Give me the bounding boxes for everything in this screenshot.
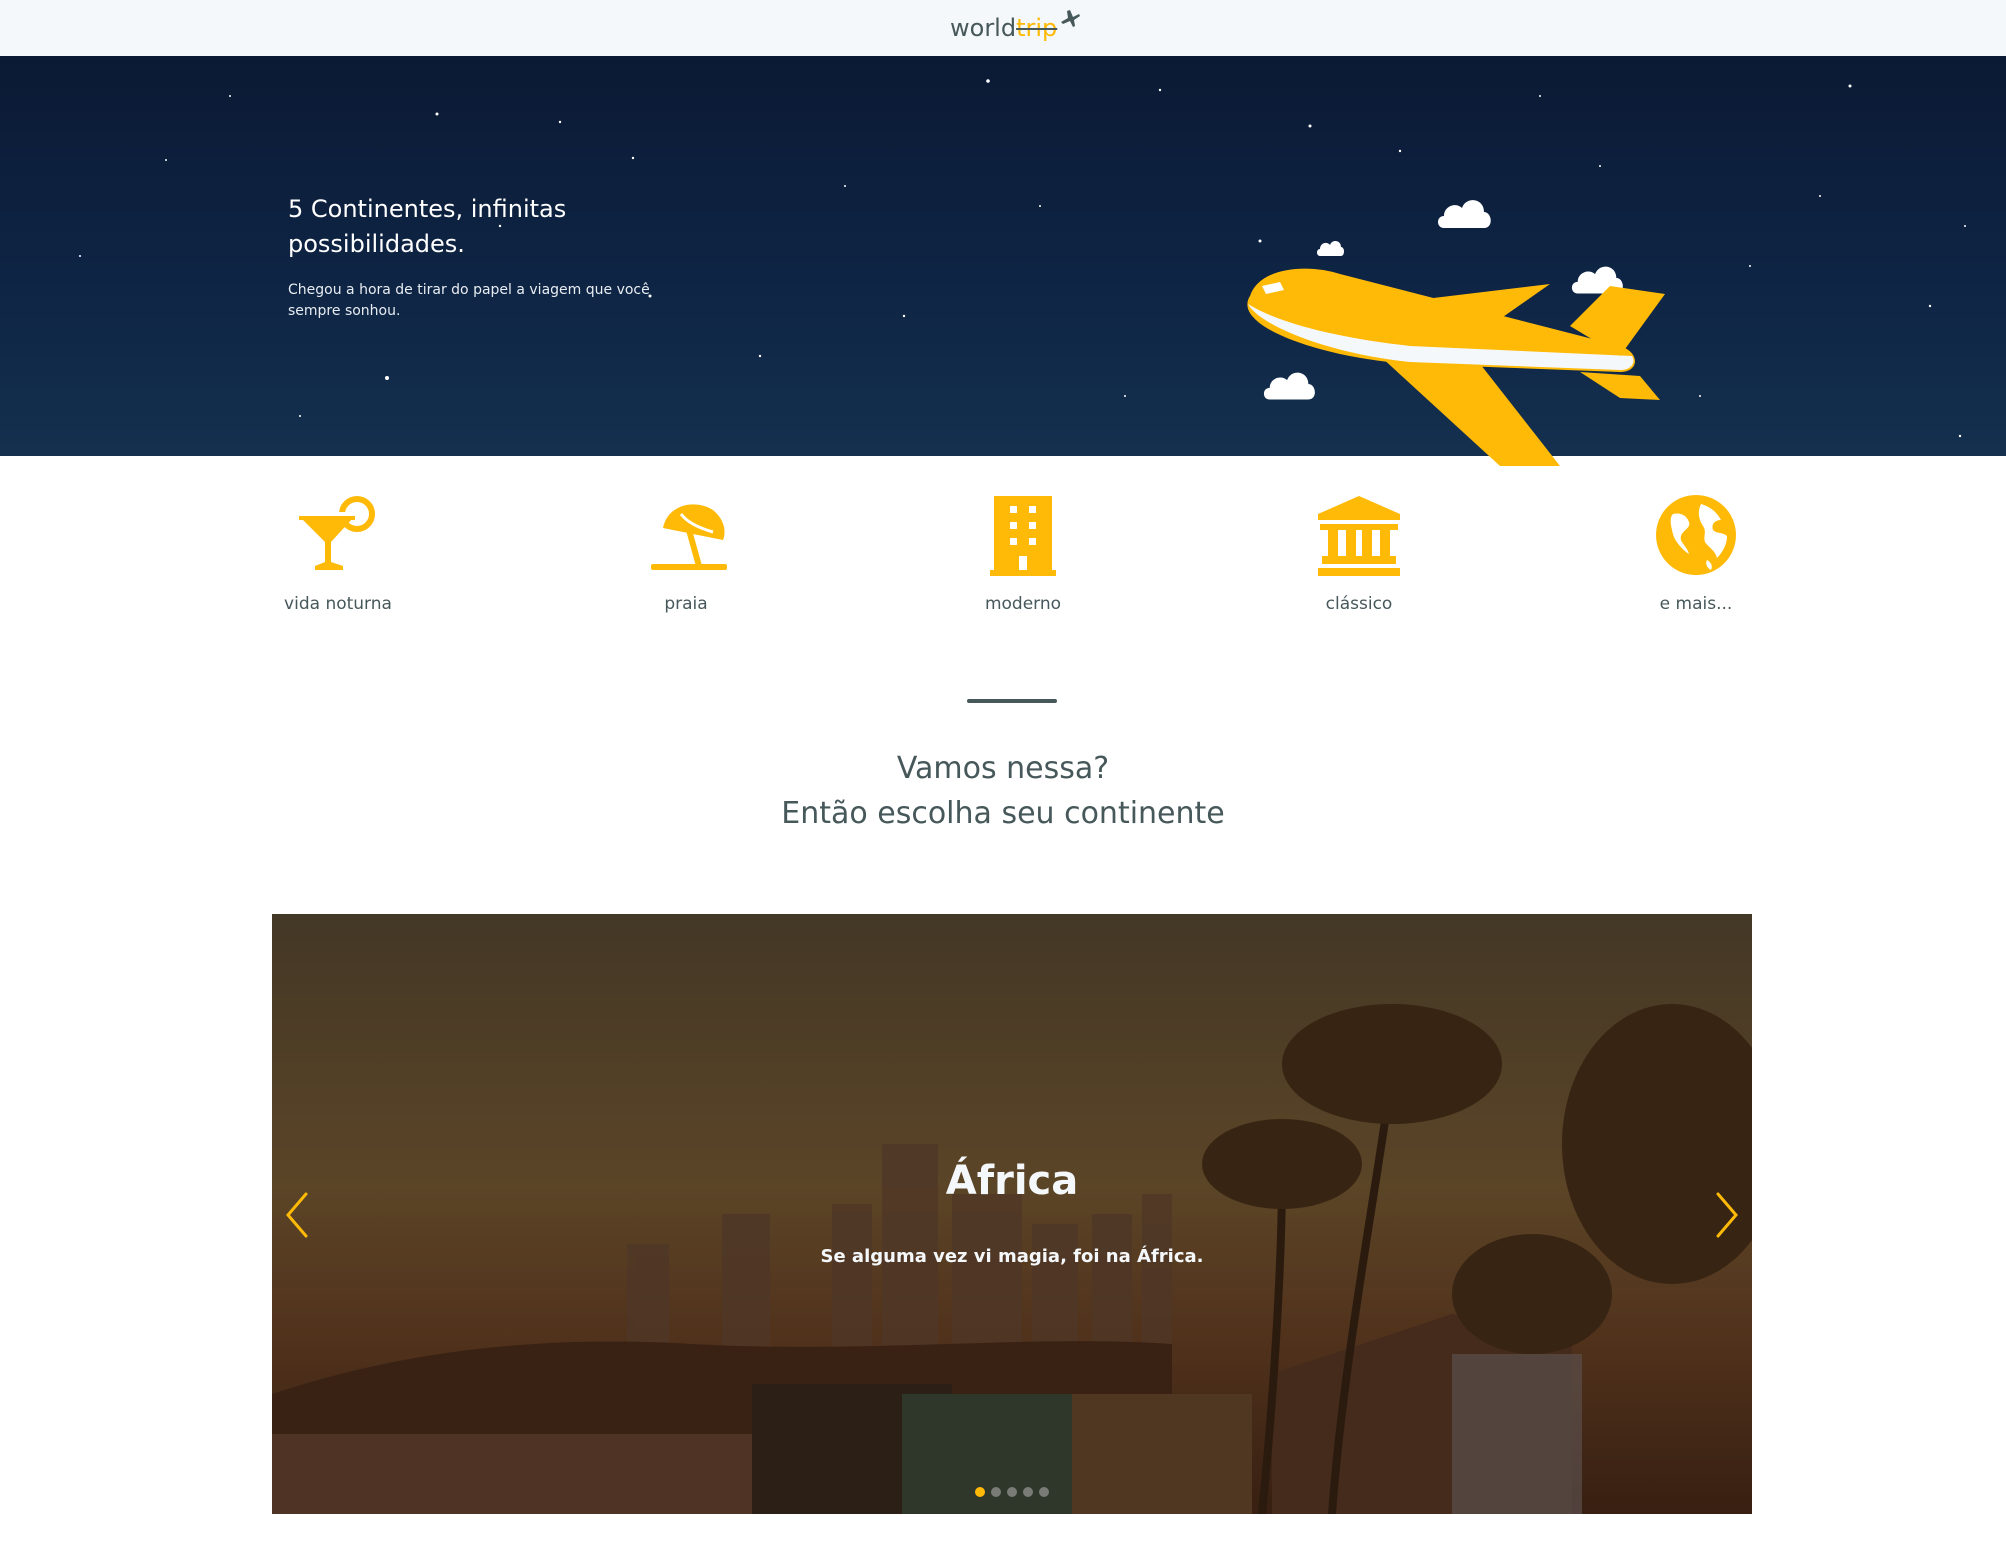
slide-title: África (945, 1158, 1079, 1204)
category-label: vida noturna (284, 594, 392, 614)
travel-categories: vida noturna praia moderno clássico e ma… (0, 492, 2006, 632)
pagination-dot[interactable] (1039, 1487, 1049, 1497)
logo-trip-text: trip (1016, 14, 1058, 42)
chevron-right-icon[interactable] (1712, 1190, 1742, 1240)
pagination-dot[interactable] (1007, 1487, 1017, 1497)
category-e-mais[interactable]: e mais... (1606, 492, 1786, 614)
cta-heading: Vamos nessa? Então escolha seu continent… (603, 746, 1403, 836)
category-label: praia (664, 594, 708, 614)
cta-line-1: Vamos nessa? (896, 751, 1110, 786)
airplane-logo-icon (1061, 10, 1081, 27)
cta-line-2: Então escolha seu continente (781, 796, 1225, 831)
category-label: moderno (984, 594, 1062, 614)
pagination-dot[interactable] (991, 1487, 1001, 1497)
hero-subtitle: Chegou a hora de tirar do papel a viagem… (288, 282, 650, 319)
beach-umbrella-icon (651, 504, 727, 570)
pagination-dot[interactable] (1023, 1487, 1033, 1497)
category-classico[interactable]: clássico (1269, 492, 1449, 614)
section-divider (967, 699, 1057, 703)
slide-background-image (272, 914, 1752, 1514)
category-label: clássico (1325, 594, 1393, 614)
category-moderno[interactable]: moderno (933, 492, 1113, 614)
globe-icon (1656, 495, 1736, 575)
logo-world-text: world (950, 14, 1017, 42)
cocktail-icon (295, 496, 375, 570)
category-vida-noturna[interactable]: vida noturna (248, 492, 428, 614)
chevron-left-icon[interactable] (282, 1190, 312, 1240)
museum-icon (1318, 496, 1400, 576)
building-icon (990, 496, 1056, 576)
airplane-illustration (1247, 268, 1665, 466)
header: world trip (0, 0, 2006, 57)
hero-title: 5 Continentes, infinitas possibilidades. (288, 195, 567, 258)
logo[interactable]: world trip (950, 10, 1081, 46)
continent-slider[interactable]: África Se alguma vez vi magia, foi na Áf… (272, 914, 1752, 1514)
slider-pagination (972, 1486, 1052, 1498)
category-label: e mais... (1659, 594, 1733, 614)
category-praia[interactable]: praia (596, 492, 776, 614)
slide-subtitle: Se alguma vez vi magia, foi na África. (820, 1246, 1204, 1267)
hero-banner: 5 Continentes, infinitas possibilidades.… (0, 56, 2006, 466)
pagination-dot[interactable] (975, 1487, 985, 1497)
